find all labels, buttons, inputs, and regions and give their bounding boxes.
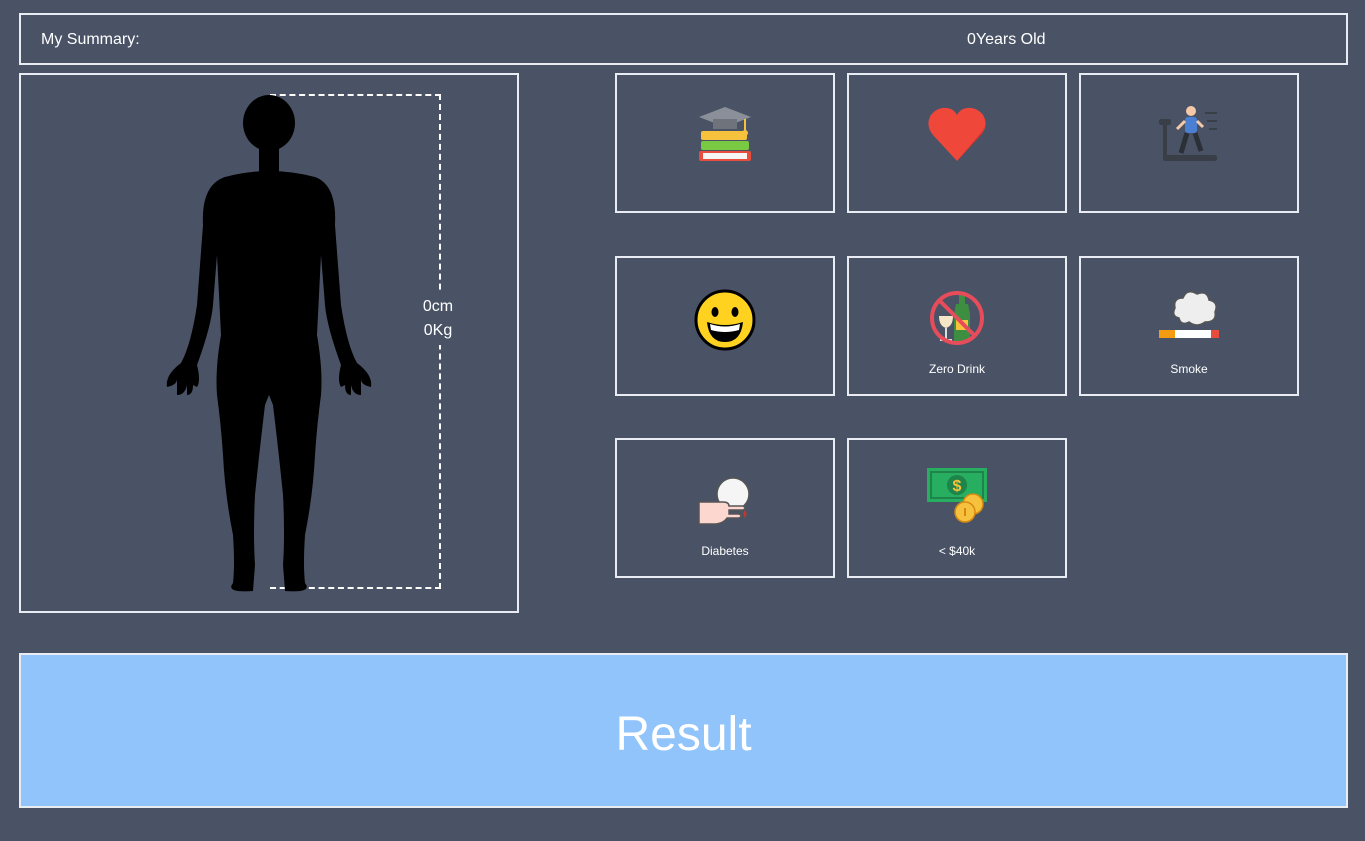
human-silhouette-icon — [166, 95, 372, 592]
height-value: 0cm — [422, 298, 454, 315]
result-button[interactable]: Result — [19, 653, 1348, 808]
blood-glucose-finger-icon — [698, 477, 750, 525]
graduation-books-icon — [699, 107, 751, 161]
income-tile[interactable]: $ < $40k — [847, 438, 1067, 578]
diabetes-label: Diabetes — [701, 544, 749, 558]
body-panel[interactable]: 0cm 0Kg — [19, 73, 519, 613]
smoking-tile[interactable]: Smoke — [1079, 256, 1299, 396]
alcohol-tile[interactable]: Zero Drink — [847, 256, 1067, 396]
summary-label: My Summary: — [41, 31, 140, 48]
heart-icon — [928, 107, 986, 161]
income-label: < $40k — [938, 544, 976, 558]
cigarette-smoke-icon — [1159, 291, 1219, 338]
mood-tile[interactable] — [615, 256, 835, 396]
alcohol-label: Zero Drink — [928, 362, 985, 376]
summary-bar: My Summary: 0Years Old — [19, 13, 1348, 65]
exercise-tile[interactable] — [1079, 73, 1299, 213]
diabetes-tile[interactable]: Diabetes — [615, 438, 835, 578]
svg-text:$: $ — [953, 478, 962, 495]
smiley-face-icon — [694, 289, 756, 351]
body-measurements: 0cm 0Kg — [416, 293, 460, 345]
age-display: 0Years Old — [967, 31, 1046, 48]
heart-tile[interactable] — [847, 73, 1067, 213]
treadmill-runner-icon — [1159, 106, 1217, 161]
weight-value: 0Kg — [423, 322, 453, 339]
smoking-label: Smoke — [1170, 362, 1208, 376]
money-coins-icon: $ — [927, 468, 987, 523]
no-alcohol-icon — [930, 291, 984, 345]
education-tile[interactable] — [615, 73, 835, 213]
result-button-label: Result — [615, 708, 752, 761]
